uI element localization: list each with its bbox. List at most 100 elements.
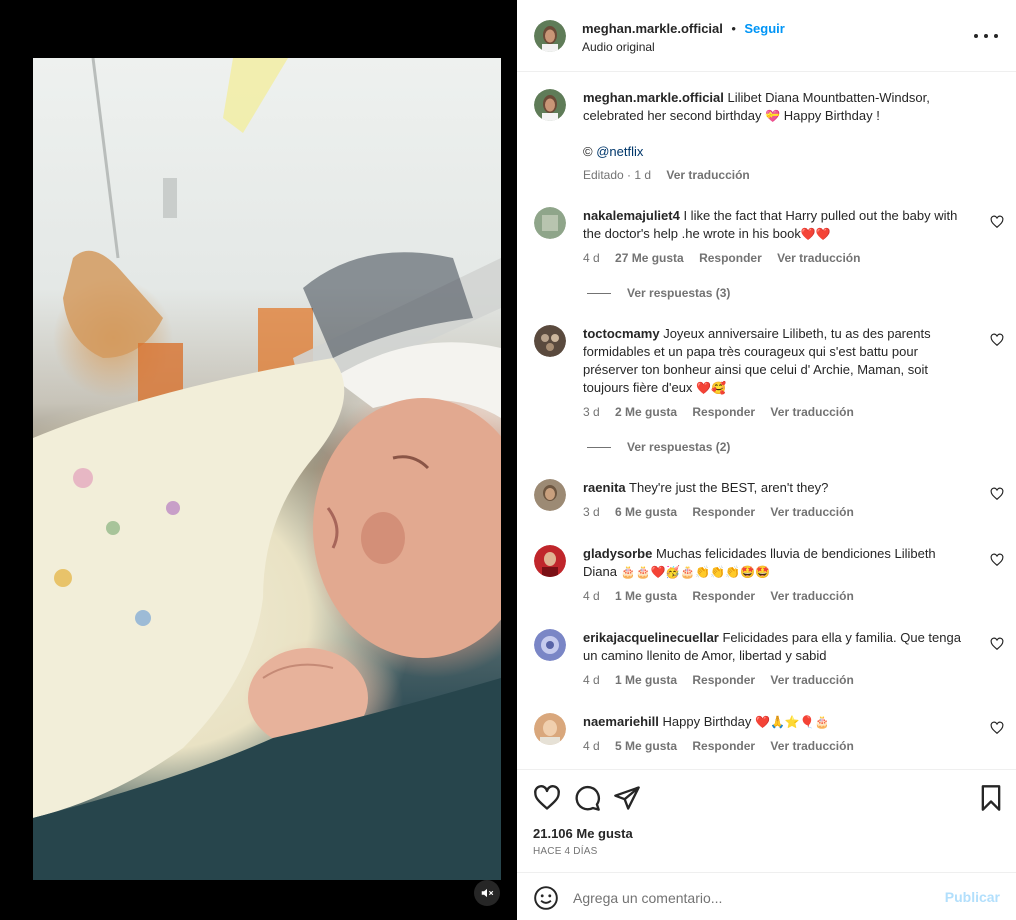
bookmark-icon[interactable] <box>977 784 1005 812</box>
comment-meta: 3 d 2 Me gusta Responder Ver traducción <box>583 405 866 419</box>
view-replies-button[interactable]: Ver respuestas (2) <box>587 440 730 454</box>
comment-emoji: 🎂🎂❤️🥳🎂👏👏👏🤩🤩 <box>620 565 771 579</box>
comment-emoji: ❤️🥰 <box>696 381 726 395</box>
replies-line <box>587 446 611 448</box>
share-icon[interactable] <box>613 784 641 812</box>
caption-credit: © @netflix <box>583 143 968 161</box>
comment-meta: 4 d 1 Me gusta Responder Ver traducción <box>583 673 866 687</box>
reply-button[interactable]: Responder <box>692 505 755 519</box>
commenter-username[interactable]: nakalemajuliet4 <box>583 208 680 223</box>
comment-like-icon[interactable] <box>990 215 1004 229</box>
heart-icon[interactable] <box>533 784 561 812</box>
post-header: meghan.markle.official • Seguir Audio or… <box>517 0 1016 72</box>
more-options-icon <box>974 34 978 38</box>
translate-link[interactable]: Ver traducción <box>770 505 853 519</box>
view-replies-button[interactable]: Ver respuestas (3) <box>587 286 730 300</box>
commenter-username[interactable]: erikajacquelinecuellar <box>583 630 719 645</box>
caption-translate-link[interactable]: Ver traducción <box>666 168 749 182</box>
comment-age: 4 d <box>583 739 600 753</box>
netflix-mention-link[interactable]: @netflix <box>596 144 643 159</box>
caption-text: meghan.markle.official Lilibet Diana Mou… <box>583 89 968 125</box>
commenter-username[interactable]: gladysorbe <box>583 546 652 561</box>
caption-meta: Editado · 1 d Ver traducción <box>583 168 762 182</box>
comment-item: nakalemajuliet4 I like the fact that Har… <box>517 207 1016 307</box>
more-options-button[interactable] <box>974 26 998 46</box>
comment-emoji: ❤️🙏⭐🎈🎂 <box>755 715 830 729</box>
author-avatar[interactable] <box>534 20 566 52</box>
comment-body: Happy Birthday <box>662 714 752 729</box>
commenter-avatar[interactable] <box>534 713 566 745</box>
commenter-username[interactable]: toctocmamy <box>583 326 660 341</box>
reply-button[interactable]: Responder <box>692 589 755 603</box>
comment-meta: 4 d 27 Me gusta Responder Ver traducción <box>583 251 872 265</box>
comment-age: 3 d <box>583 405 600 419</box>
author-username[interactable]: meghan.markle.official <box>582 21 723 36</box>
comment-age: 4 d <box>583 589 600 603</box>
comment-input[interactable] <box>573 885 933 911</box>
caption-username[interactable]: meghan.markle.official <box>583 90 724 105</box>
caption-heart-emoji: 💝 <box>765 109 781 123</box>
comment-like-icon[interactable] <box>990 721 1004 735</box>
caption-avatar[interactable] <box>534 89 566 121</box>
commenter-username[interactable]: raenita <box>583 480 626 495</box>
header-separator: • <box>731 21 736 36</box>
copyright-symbol: © <box>583 144 593 159</box>
comment-age: 4 d <box>583 673 600 687</box>
comment-item: naemariehill Happy Birthday ❤️🙏⭐🎈🎂 4 d 5… <box>517 713 1016 763</box>
translate-link[interactable]: Ver traducción <box>770 589 853 603</box>
post-media-panel <box>0 0 517 920</box>
commenter-avatar[interactable] <box>534 629 566 661</box>
comment-like-icon[interactable] <box>990 553 1004 567</box>
comment-emoji: ❤️❤️ <box>800 227 831 241</box>
commenter-username[interactable]: naemariehill <box>583 714 659 729</box>
comment-text: naemariehill Happy Birthday ❤️🙏⭐🎈🎂 <box>583 713 968 731</box>
mute-toggle-button[interactable] <box>474 880 500 906</box>
comment-like-icon[interactable] <box>990 333 1004 347</box>
comments-list[interactable]: meghan.markle.official Lilibet Diana Mou… <box>517 73 1016 769</box>
comment-meta: 4 d 1 Me gusta Responder Ver traducción <box>583 589 866 603</box>
caption-body-end: Happy Birthday ! <box>783 108 880 123</box>
view-replies-label[interactable]: Ver respuestas (3) <box>627 286 730 300</box>
reply-button[interactable]: Responder <box>692 405 755 419</box>
translate-link[interactable]: Ver traducción <box>770 739 853 753</box>
comment-like-icon[interactable] <box>990 487 1004 501</box>
commenter-avatar[interactable] <box>534 325 566 357</box>
commenter-avatar[interactable] <box>534 207 566 239</box>
smiley-icon[interactable] <box>533 885 559 911</box>
comment-meta: 3 d 6 Me gusta Responder Ver traducción <box>583 505 866 519</box>
comment-item: toctocmamy Joyeux anniversaire Lilibeth,… <box>517 325 1016 455</box>
comment-likes[interactable]: 5 Me gusta <box>615 739 677 753</box>
comment-text: erikajacquelinecuellar Felicidades para … <box>583 629 968 665</box>
translate-link[interactable]: Ver traducción <box>770 405 853 419</box>
comment-age: 3 d <box>583 505 600 519</box>
follow-button[interactable]: Seguir <box>744 21 784 36</box>
likes-count[interactable]: 21.106 Me gusta <box>533 826 633 841</box>
reply-button[interactable]: Responder <box>699 251 762 265</box>
reply-button[interactable]: Responder <box>692 673 755 687</box>
commenter-avatar[interactable] <box>534 479 566 511</box>
comment-likes[interactable]: 2 Me gusta <box>615 405 677 419</box>
comment-likes[interactable]: 1 Me gusta <box>615 673 677 687</box>
post-caption: meghan.markle.official Lilibet Diana Mou… <box>517 73 1016 193</box>
comment-like-icon[interactable] <box>990 637 1004 651</box>
comment-likes[interactable]: 6 Me gusta <box>615 505 677 519</box>
comment-likes[interactable]: 27 Me gusta <box>615 251 684 265</box>
reply-button[interactable]: Responder <box>692 739 755 753</box>
post-actions: 21.106 Me gusta HACE 4 DÍAS <box>517 769 1016 865</box>
publish-button[interactable]: Publicar <box>945 889 1000 905</box>
comment-icon[interactable] <box>573 784 601 812</box>
post-timestamp[interactable]: HACE 4 DÍAS <box>533 846 597 857</box>
video-frame-illustration <box>33 58 501 880</box>
comment-age: 4 d <box>583 251 600 265</box>
post-detail-panel: meghan.markle.official • Seguir Audio or… <box>517 0 1016 920</box>
view-replies-label[interactable]: Ver respuestas (2) <box>627 440 730 454</box>
comment-meta: 4 d 5 Me gusta Responder Ver traducción <box>583 739 866 753</box>
commenter-avatar[interactable] <box>534 545 566 577</box>
comment-item: erikajacquelinecuellar Felicidades para … <box>517 629 1016 699</box>
post-video[interactable] <box>33 58 501 880</box>
audio-label[interactable]: Audio original <box>582 40 655 54</box>
comment-text: raenita They're just the BEST, aren't th… <box>583 479 968 497</box>
translate-link[interactable]: Ver traducción <box>770 673 853 687</box>
comment-likes[interactable]: 1 Me gusta <box>615 589 677 603</box>
translate-link[interactable]: Ver traducción <box>777 251 860 265</box>
